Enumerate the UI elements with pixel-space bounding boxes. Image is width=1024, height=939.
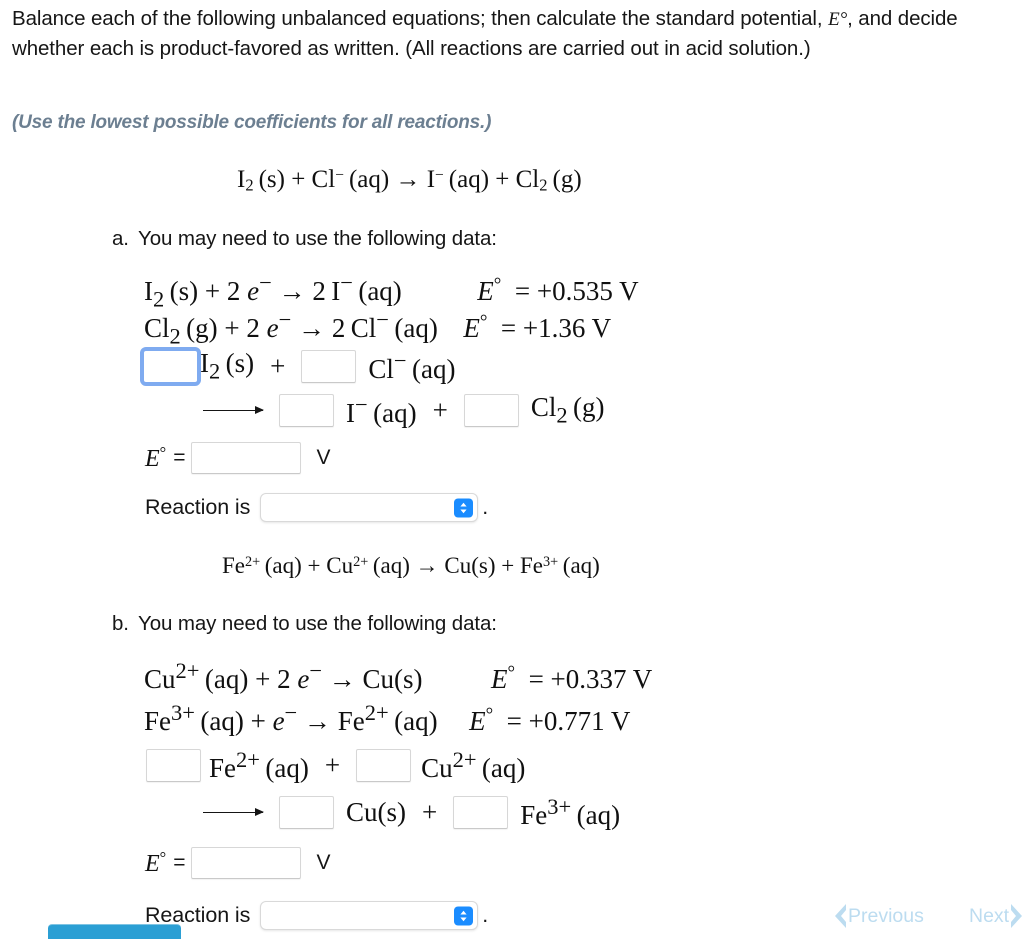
- coefficient-input-b3[interactable]: [279, 796, 334, 829]
- e-answer-unit-a: V: [316, 446, 331, 469]
- reaction-arrow-icon-a: [203, 406, 264, 414]
- e-answer-input-b[interactable]: [191, 847, 302, 879]
- problem-b-marker: b.: [112, 612, 129, 635]
- e-answer-equals-b: =: [173, 851, 186, 874]
- half-reaction-b2: Fe3+ (aq) + e− → Fe2+ (aq) E° = +0.771 V: [144, 700, 631, 736]
- balance-row-a-reactants: I2 (s) + Cl− (aq): [140, 347, 456, 386]
- unbalanced-equation-b: Fe2+ (aq) + Cu2+ (aq) → Cu(s) + Fe3+ (aq…: [222, 553, 600, 578]
- next-label: Next: [969, 904, 1010, 927]
- plus-a2: +: [432, 395, 448, 425]
- half-reaction-a2-e-label: E: [463, 313, 480, 343]
- question-prompt: Balance each of the following unbalanced…: [12, 4, 1012, 63]
- reaction-period-b: .: [482, 903, 489, 927]
- half-reaction-b1-e-value: = +0.337 V: [521, 664, 653, 694]
- problem-b-instruction: You may need to use the following data:: [138, 612, 497, 635]
- coefficient-input-a4[interactable]: [463, 394, 519, 427]
- plus-a1: +: [270, 351, 286, 381]
- half-reaction-b1: Cu2+ (aq) + 2 e− → Cu(s) E° = +0.337 V: [144, 658, 653, 694]
- reaction-select-row-b: Reaction is .: [145, 901, 488, 930]
- species-b1: Fe2+ (aq): [209, 747, 309, 783]
- plus-b2: +: [422, 797, 438, 827]
- species-a1: I2 (s): [200, 348, 255, 384]
- chevron-updown-icon-b: [454, 906, 474, 925]
- half-reaction-b1-e-label: E: [491, 664, 508, 694]
- problem-a-marker: a.: [112, 227, 129, 250]
- coefficient-input-a2[interactable]: [301, 350, 357, 383]
- next-button[interactable]: Next: [969, 900, 1024, 932]
- coefficient-hint: (Use the lowest possible coefficients fo…: [12, 112, 492, 133]
- problem-b-heading: b. You may need to use the following data…: [112, 612, 497, 636]
- reaction-is-label-a: Reaction is: [145, 495, 251, 519]
- half-reaction-b2-e-label: E: [469, 706, 486, 736]
- balance-row-a-products: I− (aq) + Cl2 (g): [203, 392, 604, 429]
- half-reaction-b2-e-value: = +0.771 V: [499, 706, 631, 736]
- coefficient-input-a1[interactable]: [140, 347, 201, 386]
- reaction-arrow-icon-b: [203, 808, 264, 816]
- plus-b1: +: [324, 750, 341, 780]
- coefficient-input-b1[interactable]: [146, 749, 201, 782]
- species-a4: Cl2 (g): [530, 392, 605, 428]
- previous-label: Previous: [848, 904, 924, 927]
- prompt-math-symbol: E°: [828, 9, 848, 30]
- e-answer-row-a: E° = V: [145, 442, 330, 474]
- chevron-right-icon: [1009, 903, 1024, 929]
- e-answer-label-b: E°: [145, 847, 167, 878]
- half-reaction-a2-e-value: = +1.36 V: [494, 313, 612, 343]
- chevron-updown-icon-a: [454, 498, 474, 517]
- species-a2: Cl− (aq): [368, 348, 456, 384]
- chevron-left-icon: [832, 903, 848, 929]
- reaction-select-a[interactable]: [260, 493, 479, 522]
- coefficient-input-b2[interactable]: [356, 749, 412, 782]
- reaction-select-row-a: Reaction is .: [145, 493, 488, 522]
- problem-a-instruction: You may need to use the following data:: [138, 227, 497, 250]
- balance-row-b-reactants: Fe2+ (aq) + Cu2+ (aq): [146, 747, 525, 784]
- balance-row-b-products: Cu(s) + Fe3+ (aq): [203, 794, 620, 831]
- prompt-text-part-1: Balance each of the following unbalanced…: [12, 7, 823, 30]
- half-reaction-a1-equation: I2 (s) + 2 e− → 2 I− (aq): [144, 270, 402, 312]
- species-b3: Cu(s): [346, 797, 406, 827]
- e-answer-row-b: E° = V: [145, 847, 330, 879]
- half-reaction-a1-e-value: = +0.535 V: [508, 276, 639, 306]
- half-reaction-b2-equation: Fe3+ (aq) + e− → Fe2+ (aq): [144, 700, 438, 736]
- bottom-action-bar[interactable]: [48, 924, 181, 939]
- half-reaction-a1-e-label: E: [477, 276, 494, 306]
- coefficient-input-b4[interactable]: [453, 796, 509, 829]
- species-b2: Cu2+ (aq): [421, 747, 526, 783]
- e-answer-equals-a: =: [173, 446, 186, 469]
- half-reaction-b1-equation: Cu2+ (aq) + 2 e− → Cu(s): [144, 658, 423, 694]
- previous-button[interactable]: Previous: [832, 900, 924, 932]
- half-reaction-a2: Cl2 (g) + 2 e− → 2 Cl− (aq) E° = +1.36 V: [144, 307, 612, 349]
- e-answer-unit-b: V: [316, 851, 331, 874]
- species-a3: I− (aq): [346, 392, 417, 428]
- problem-a-heading: a. You may need to use the following data…: [112, 227, 497, 251]
- half-reaction-a2-equation: Cl2 (g) + 2 e− → 2 Cl− (aq): [144, 307, 438, 349]
- species-b4: Fe3+ (aq): [520, 794, 621, 830]
- unbalanced-equation-a: I2 (s) + Cl− (aq) → I− (aq) + Cl2 (g): [237, 166, 582, 195]
- e-answer-label-a: E°: [145, 442, 167, 473]
- reaction-period-a: .: [482, 495, 489, 519]
- reaction-select-b[interactable]: [260, 901, 479, 930]
- e-answer-input-a[interactable]: [191, 442, 302, 474]
- coefficient-input-a3[interactable]: [279, 394, 334, 427]
